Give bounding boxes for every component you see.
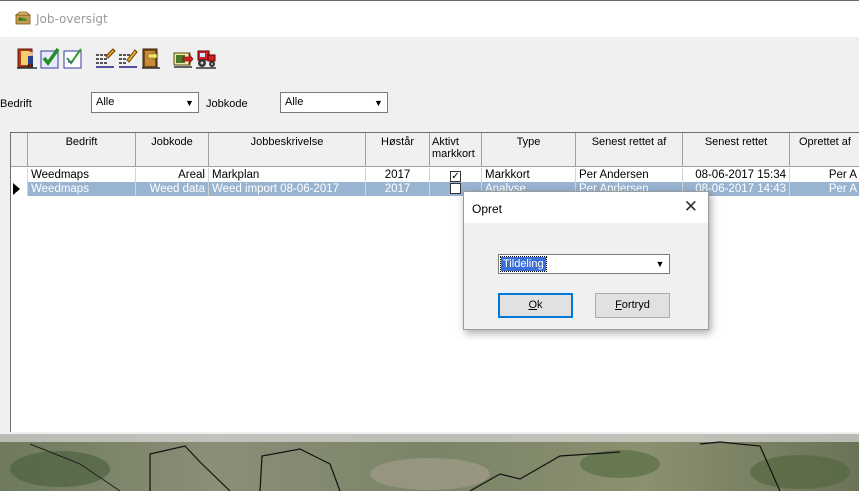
jobkode-combo-value: Alle [285,96,304,108]
cell-senest-rettet-af: Per Andersen [576,168,683,182]
current-row-arrow-icon [13,183,20,195]
aerial-map-strip [0,434,859,491]
header-bedrift[interactable]: Bedrift [28,133,136,167]
ok-button[interactable]: Ok [498,293,573,318]
check-green-icon[interactable] [39,46,61,70]
header-jobkode[interactable]: Jobkode [136,133,209,167]
chevron-down-icon[interactable]: ▼ [370,93,387,112]
cell-hoestaar: 2017 [366,168,430,182]
grid-edit-icon[interactable] [94,46,116,70]
header-indicator-col [11,133,28,167]
toolbar [0,37,859,77]
person-exit-icon[interactable] [16,46,38,70]
book-arrow-icon[interactable] [140,46,162,70]
row-indicator [11,168,28,182]
cell-jobkode: Areal [136,168,209,182]
cell-oprettet-af: Per A [828,169,857,181]
type-combo[interactable]: Tildeling ▼ [498,254,670,274]
cell-type: Markkort [482,168,576,182]
type-combo-value: Tildeling [500,256,547,272]
tractor-icon[interactable] [195,46,217,70]
bedrift-combo[interactable]: Alle ▼ [91,92,199,113]
job-grid[interactable]: Bedrift Jobkode Jobbeskrivelse Høstår Ak… [10,132,859,432]
jobkode-label: Jobkode [206,98,248,110]
job-oversigt-window: Job-oversigt Bedrift Alle ▼ Jobkode Alle… [0,0,859,491]
jobkode-combo[interactable]: Alle ▼ [280,92,388,113]
grid-header: Bedrift Jobkode Jobbeskrivelse Høstår Ak… [11,133,859,167]
bedrift-combo-value: Alle [96,96,115,108]
close-icon[interactable]: ✕ [684,197,698,217]
app-icon [14,11,32,25]
export-icon[interactable] [172,46,194,70]
fortryd-button[interactable]: Fortryd [595,293,670,318]
fortryd-mnemonic: F [615,299,622,311]
cell-senest-rettet: 08-06-2017 15:34 [683,168,790,182]
check-outline-icon[interactable] [62,46,84,70]
cell-aktivt-markkort: ✓ [430,168,482,182]
cell-jobkode: Weed data [136,182,209,196]
cell-hoestaar: 2017 [366,182,430,196]
cell-bedrift: Weedmaps [28,168,136,182]
dialog-title-bar: Opret ✕ [464,192,708,223]
aktivt-markkort-checkbox[interactable] [450,183,461,194]
cell-oprettet-af: Per A [790,182,859,196]
fortryd-label: ortryd [621,299,650,311]
title-bar: Job-oversigt [0,1,859,37]
header-aktivt-markkort[interactable]: Aktivt markkort [430,133,482,167]
opret-dialog: Opret ✕ Tildeling ▼ Ok Fortryd [463,191,709,330]
chevron-down-icon[interactable]: ▼ [181,93,198,112]
cell-jobbeskrivelse: Weed import 08-06-2017 [209,182,366,196]
cell-bedrift: Weedmaps [28,182,136,196]
header-jobbeskrivelse[interactable]: Jobbeskrivelse [209,133,366,167]
bedrift-label: Bedrift [0,98,32,110]
aktivt-markkort-checkbox[interactable]: ✓ [450,171,461,182]
header-oprettet-af[interactable]: Oprettet af [790,133,859,167]
cell-jobbeskrivelse: Markplan [209,168,366,182]
dialog-title: Opret [472,202,503,216]
header-hoestaar[interactable]: Høstår [366,133,430,167]
filter-bar: Bedrift Alle ▼ Jobkode Alle ▼ [0,77,859,132]
header-type[interactable]: Type [482,133,576,167]
chevron-down-icon[interactable]: ▼ [652,256,668,272]
ok-label: k [537,299,543,311]
table-row[interactable]: Weedmaps Areal Markplan 2017 ✓ Markkort … [11,168,859,182]
header-senest-rettet[interactable]: Senest rettet [683,133,790,167]
row-indicator [11,182,28,196]
table-row-selected[interactable]: Weedmaps Weed data Weed import 08-06-201… [11,182,859,196]
grid-pencil-icon[interactable] [117,46,139,70]
header-senest-rettet-af[interactable]: Senest rettet af [576,133,683,167]
ok-mnemonic: O [528,299,538,311]
window-title: Job-oversigt [36,12,108,26]
